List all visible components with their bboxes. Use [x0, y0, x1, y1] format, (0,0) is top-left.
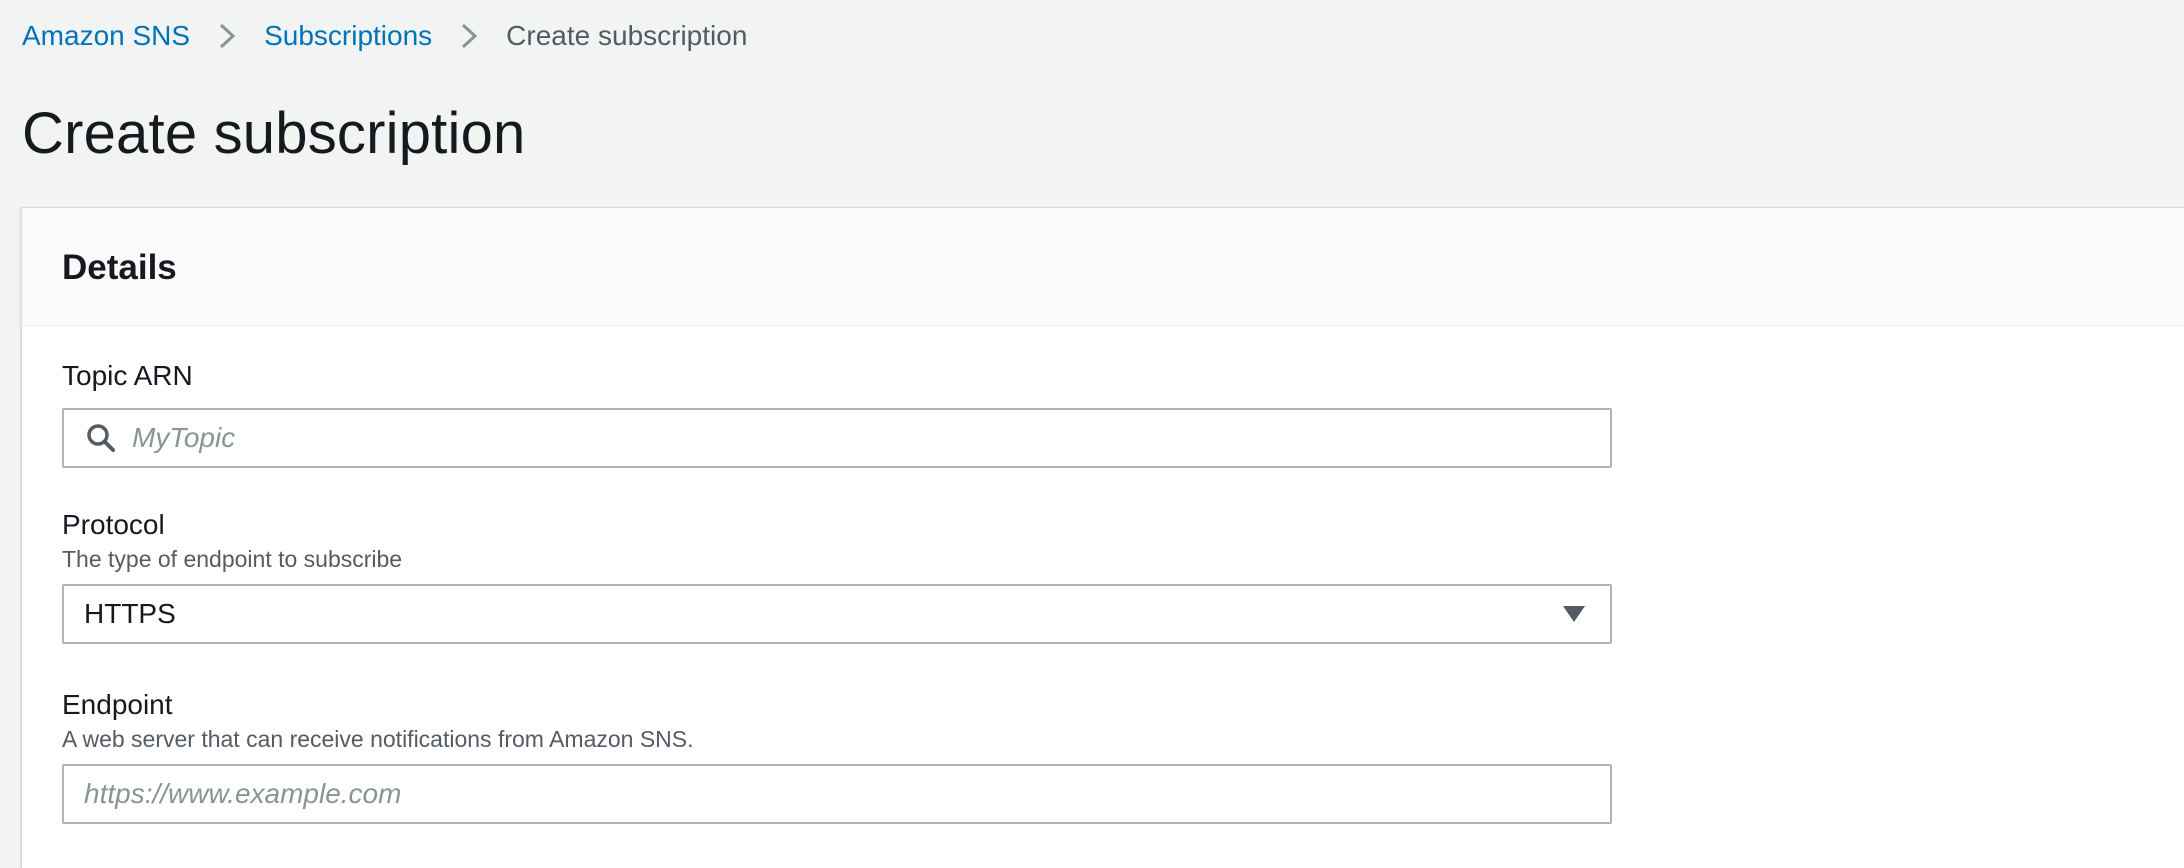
protocol-select[interactable]: HTTPS: [62, 584, 1612, 644]
protocol-selected-value: HTTPS: [84, 598, 176, 629]
details-panel-title: Details: [62, 248, 177, 287]
endpoint-input[interactable]: [84, 766, 1610, 822]
endpoint-field: Endpoint A web server that can receive n…: [62, 688, 1612, 824]
protocol-field: Protocol The type of endpoint to subscri…: [62, 508, 1612, 644]
caret-down-icon: [1562, 602, 1586, 626]
protocol-label: Protocol: [62, 509, 165, 540]
breadcrumb-amazon-sns[interactable]: Amazon SNS: [22, 20, 190, 52]
topic-arn-input[interactable]: [132, 410, 1610, 466]
details-panel-header: Details: [22, 208, 2184, 326]
breadcrumb: Amazon SNS Subscriptions Create subscrip…: [22, 14, 747, 58]
protocol-description: The type of endpoint to subscribe: [62, 546, 403, 572]
topic-arn-label: Topic ARN: [62, 360, 193, 391]
chevron-right-icon: [190, 22, 264, 50]
search-icon: [84, 421, 118, 455]
endpoint-input-box[interactable]: [62, 764, 1612, 824]
chevron-right-icon: [432, 22, 506, 50]
topic-arn-search-box[interactable]: [62, 408, 1612, 468]
breadcrumb-subscriptions[interactable]: Subscriptions: [264, 20, 432, 52]
breadcrumb-create-subscription: Create subscription: [506, 20, 748, 51]
endpoint-description: A web server that can receive notificati…: [62, 726, 694, 752]
page-title: Create subscription: [22, 101, 526, 166]
details-panel: Details Topic ARN Protocol The type of e…: [21, 207, 2184, 868]
topic-arn-field: Topic ARN: [62, 359, 1612, 468]
endpoint-label: Endpoint: [62, 689, 173, 720]
